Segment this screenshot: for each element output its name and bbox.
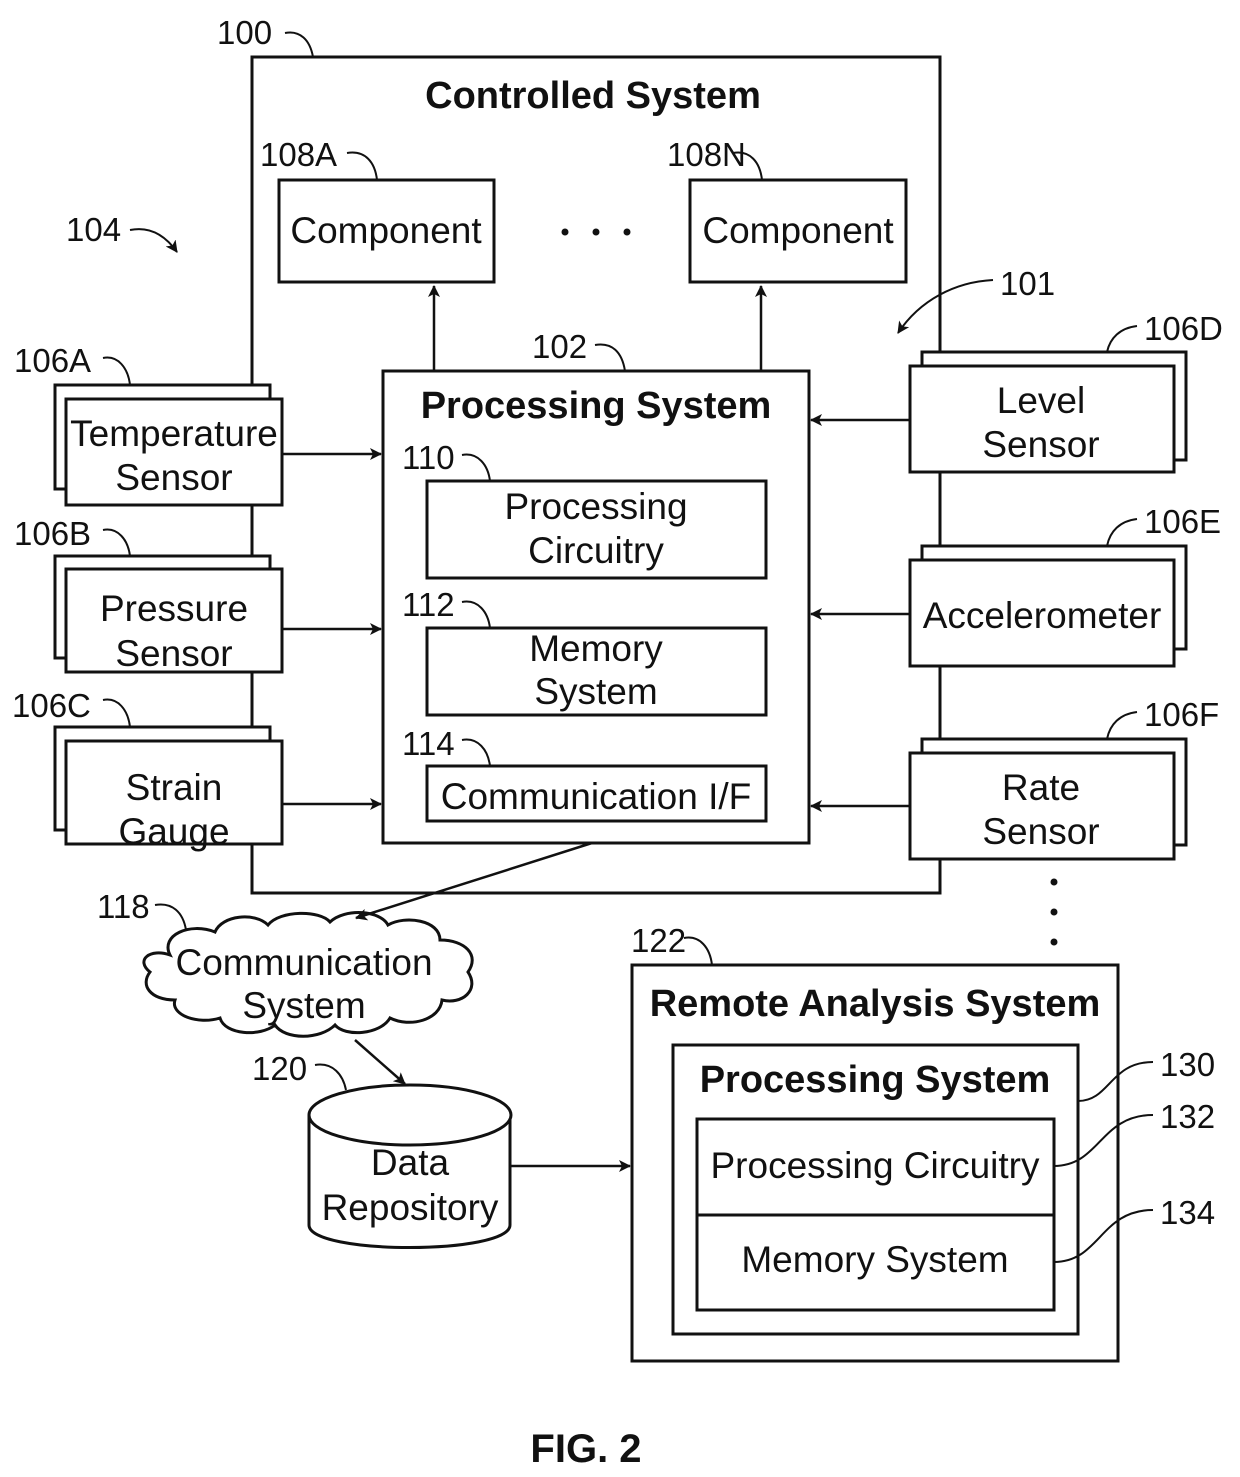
block-label: Memory System	[741, 1239, 1008, 1280]
ref-label-130: 130	[1160, 1046, 1215, 1083]
sensor-106a: Temperature Sensor 106A	[14, 342, 284, 507]
leader-line-118	[154, 903, 187, 931]
repository-line-2: Repository	[322, 1187, 499, 1228]
block-line-2: Circuitry	[528, 530, 664, 571]
ref-label-112: 112	[402, 586, 455, 623]
block-line-1: Memory	[529, 628, 663, 669]
repository-line-1: Data	[371, 1142, 450, 1183]
controlled-system-title: Controlled System	[425, 75, 761, 117]
component-108a: Component 108A	[260, 136, 496, 284]
leader-line-120	[314, 1063, 347, 1091]
ref-label-118: 118	[97, 888, 150, 925]
sensor-106b: Pressure Sensor 106B	[14, 515, 284, 674]
ellipsis-dot	[1050, 938, 1058, 946]
ellipsis-dot	[1050, 908, 1058, 916]
ref-label-106c: 106C	[12, 687, 91, 724]
ref-label-101: 101	[1000, 265, 1055, 302]
leader-line-100	[284, 31, 314, 58]
block-line-2: System	[534, 671, 657, 712]
leader-line-106c	[102, 698, 131, 728]
communication-system-118: Communication System 118	[97, 888, 474, 1038]
ref-label-132: 132	[1160, 1098, 1215, 1135]
ellipsis-components	[561, 228, 631, 236]
leader-line-106d	[1106, 325, 1138, 353]
leader-line-106b	[102, 528, 131, 557]
remote-processing-system-130: Processing System 130 Processing Circuit…	[671, 1043, 1215, 1336]
ref-label-110: 110	[402, 439, 455, 476]
remote-analysis-title: Remote Analysis System	[650, 983, 1101, 1025]
sensor-line-2: Sensor	[982, 811, 1099, 852]
leader-arrow-101	[897, 279, 994, 334]
figure-caption: FIG. 2	[530, 1427, 641, 1471]
ref-label-106a: 106A	[14, 342, 91, 379]
remote-processing-title: Processing System	[700, 1059, 1051, 1101]
sensor-line-1: Strain	[126, 767, 223, 808]
sensor-line-1: Level	[997, 380, 1085, 421]
block-line-1: Communication I/F	[441, 776, 752, 817]
leader-line-102	[594, 343, 626, 372]
sensor-line-2: Sensor	[115, 457, 232, 498]
sensor-line-2: Gauge	[118, 811, 229, 852]
ellipsis-dot	[1050, 878, 1058, 886]
sensor-line-1: Temperature	[70, 413, 278, 454]
ref-label-108n: 108N	[667, 136, 746, 173]
ref-label-120: 120	[252, 1050, 307, 1087]
sensor-106f: Rate Sensor 106F	[908, 696, 1219, 861]
ellipsis-sensors	[1050, 878, 1058, 946]
cloud-line-1: Communication	[175, 942, 432, 983]
component-108n: Component 108N	[667, 136, 908, 284]
sensor-106d: Level Sensor 106D	[908, 310, 1223, 474]
sensor-line-1: Rate	[1002, 767, 1080, 808]
sensor-106e: Accelerometer 106E	[908, 503, 1221, 668]
ref-label-106d: 106D	[1144, 310, 1223, 347]
sensor-line-1: Accelerometer	[923, 595, 1162, 636]
processing-system-102: Processing System 102 Processing Circuit…	[381, 328, 811, 845]
data-repository-120: Data Repository 120	[252, 1050, 513, 1249]
ref-label-134: 134	[1160, 1194, 1215, 1231]
block-label: Processing Circuitry	[711, 1145, 1040, 1186]
sensor-line-1: Pressure	[100, 588, 248, 629]
sensor-106c: Strain Gauge 106C	[12, 687, 284, 852]
ref-label-106e: 106E	[1144, 503, 1221, 540]
cloud-line-2: System	[242, 985, 365, 1026]
leader-line-106e	[1106, 518, 1138, 547]
ref-label-108a: 108A	[260, 136, 337, 173]
ref-label-106f: 106F	[1144, 696, 1219, 733]
leader-line-106f	[1106, 711, 1138, 740]
ref-label-100: 100	[217, 14, 272, 51]
sensor-line-2: Sensor	[115, 633, 232, 674]
sensor-line-2: Sensor	[982, 424, 1099, 465]
remote-analysis-system-122: Remote Analysis System 122 Processing Sy…	[630, 922, 1215, 1363]
arrow-communication-to-repository	[354, 1039, 406, 1085]
leader-arrow-104	[129, 228, 178, 253]
ref-label-104: 104	[66, 211, 121, 248]
ref-label-122: 122	[631, 922, 686, 959]
ref-label-106b: 106B	[14, 515, 91, 552]
leader-line-122	[683, 936, 713, 966]
component-label: Component	[290, 210, 482, 251]
cylinder-top	[307, 1083, 513, 1147]
ellipsis-dot	[592, 228, 600, 236]
leader-line-106a	[102, 356, 131, 386]
arrow-processing-to-communication	[355, 841, 593, 921]
processing-system-title: Processing System	[421, 385, 772, 427]
leader-line-108a	[346, 151, 378, 181]
block-line-1: Processing	[504, 486, 687, 527]
system-block-diagram: Controlled System 100 Component 108A Com…	[12, 14, 1223, 1471]
component-label: Component	[702, 210, 894, 251]
ellipsis-dot	[561, 228, 569, 236]
ref-label-102: 102	[532, 328, 587, 365]
ref-label-114: 114	[402, 725, 455, 762]
ellipsis-dot	[623, 228, 631, 236]
